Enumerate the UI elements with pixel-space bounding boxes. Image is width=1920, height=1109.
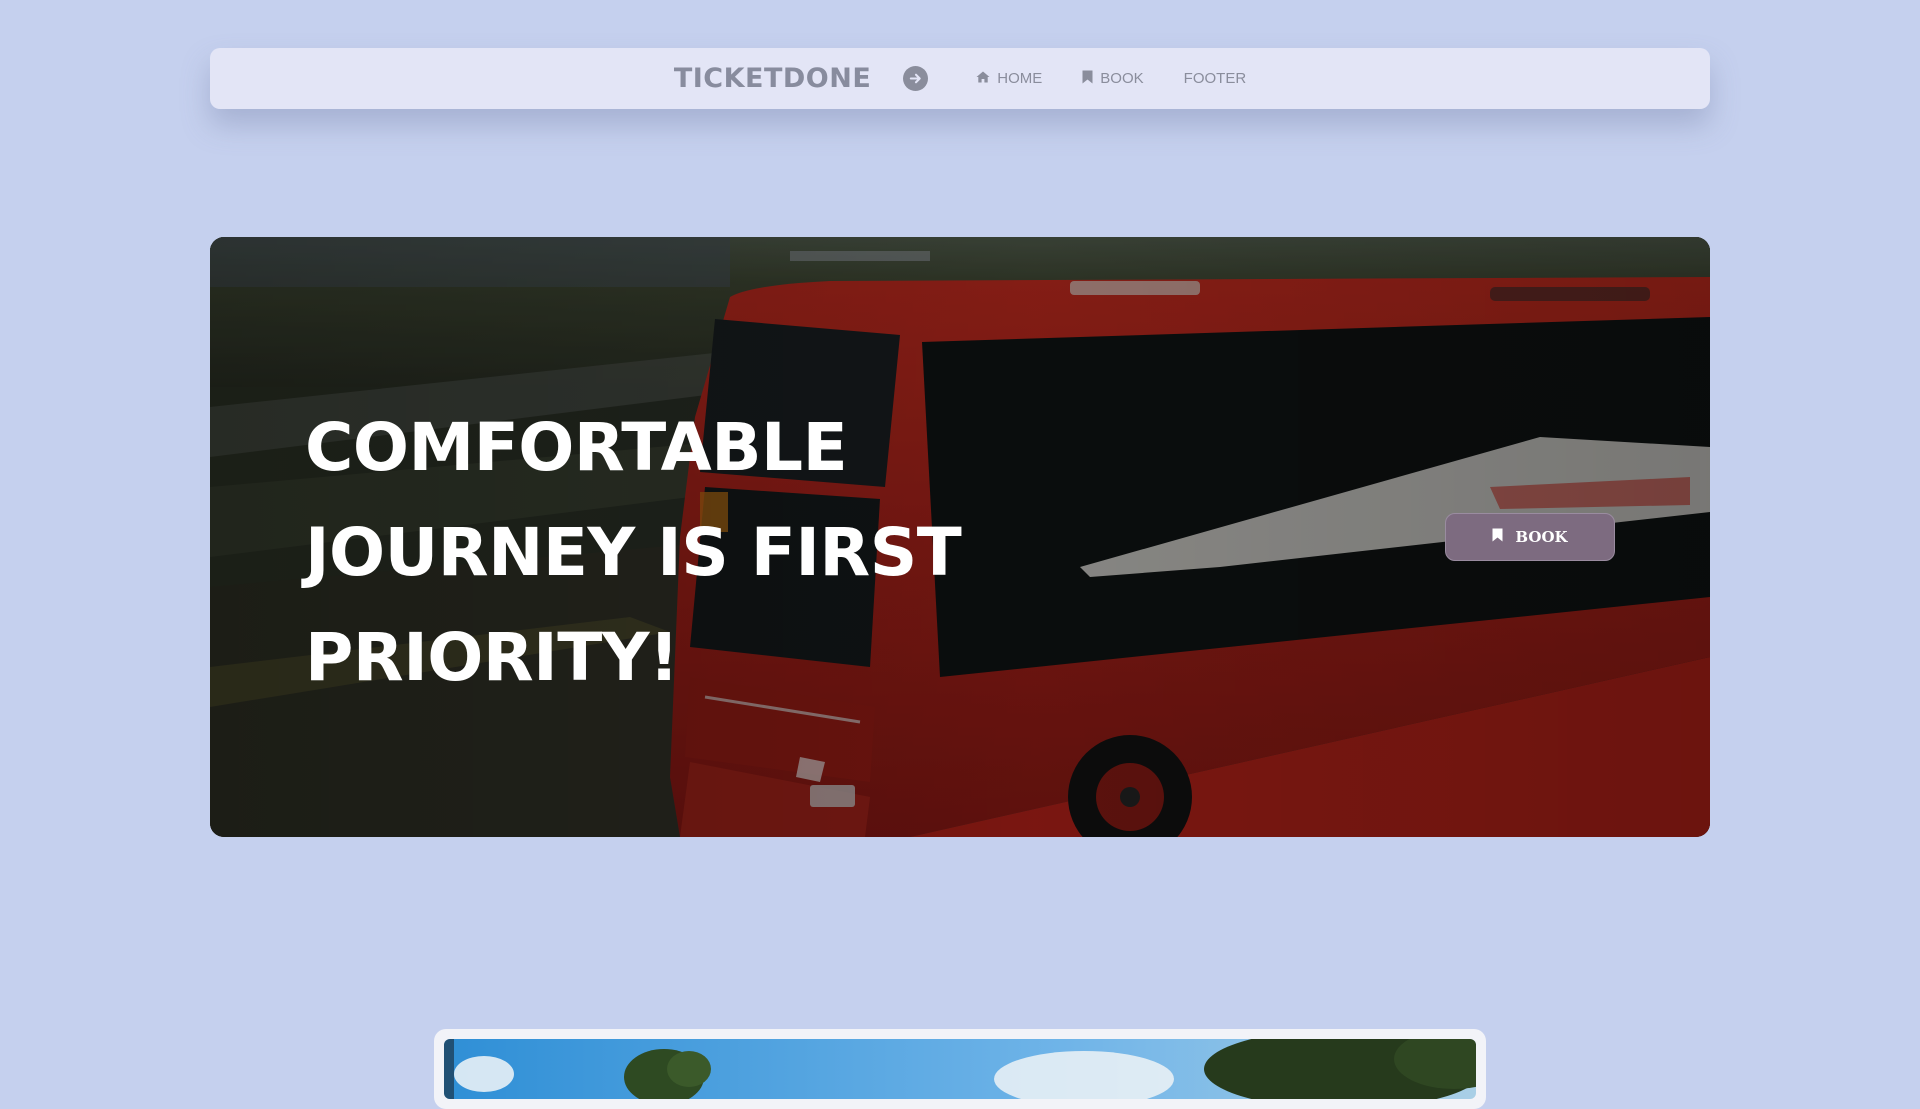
gallery-card [434,1029,1486,1109]
hero-title-line: JOURNEY IS FIRST [305,514,962,591]
hero-title-line: COMFORTABLE [305,409,848,486]
nav-link-footer-label: FOOTER [1183,70,1247,87]
arrow-right-circle-icon[interactable] [903,66,929,91]
hero-book-button[interactable]: BOOK [1445,513,1615,561]
bookmark-icon [1082,70,1093,88]
nav-link-book-label: BOOK [1100,70,1144,87]
nav-link-book[interactable]: BOOK [1082,70,1144,88]
nav-links: HOME BOOK FOOTER [976,70,1246,88]
nav-link-home[interactable]: HOME [976,70,1042,87]
hero-title: COMFORTABLE JOURNEY IS FIRST PRIORITY! [305,395,1005,710]
hero-title-line: PRIORITY! [305,619,679,696]
nav-link-home-label: HOME [997,70,1043,87]
trees-sky-photo [444,1039,1476,1099]
top-navbar: TICKETDONE HOME BOOK FOOTER [210,48,1710,109]
home-icon [976,70,990,87]
brand-logo[interactable]: TICKETDONE [674,63,871,94]
hero-banner: COMFORTABLE JOURNEY IS FIRST PRIORITY! B… [210,237,1710,837]
hero-book-button-label: BOOK [1515,528,1568,546]
bookmark-icon [1492,528,1503,546]
nav-link-footer[interactable]: FOOTER [1184,70,1247,87]
